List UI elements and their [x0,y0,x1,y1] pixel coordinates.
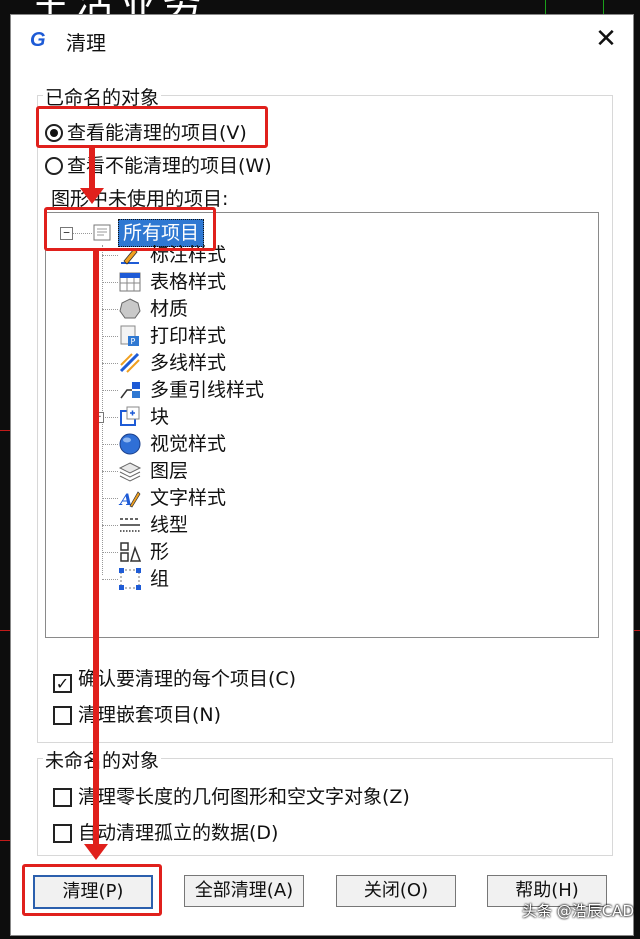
arrow-radio-to-tree [80,146,104,204]
arrow-tree-to-purge [84,250,108,860]
annotation-arrows [80,146,108,860]
watermark: 头条 @浩辰CAD [521,902,634,920]
